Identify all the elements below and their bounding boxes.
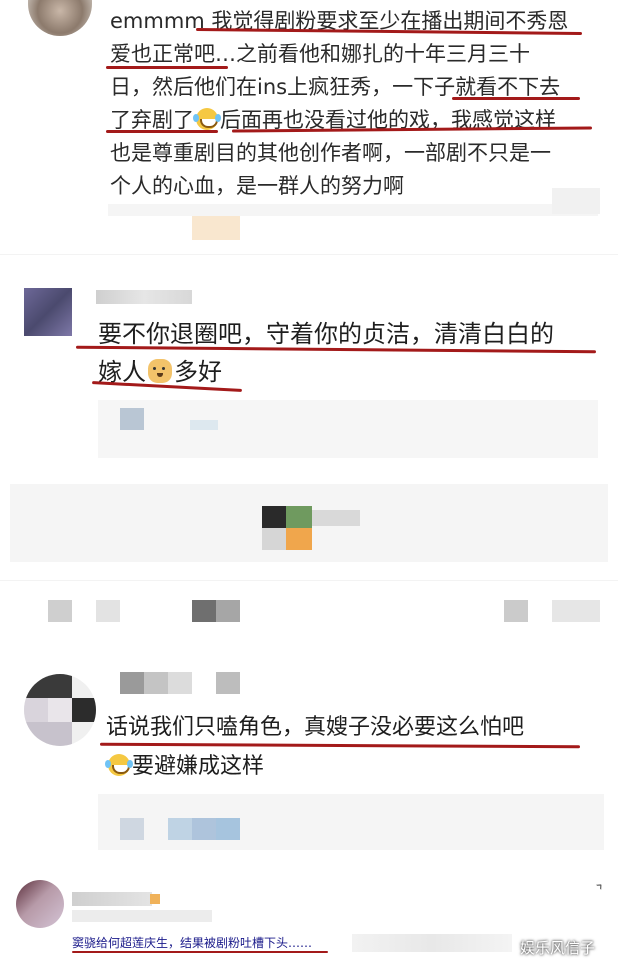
username-placeholder bbox=[216, 672, 240, 694]
avatar-fragment bbox=[48, 698, 72, 722]
reply-placeholder bbox=[120, 408, 144, 430]
comment-3-line-1: 话说我们只嗑角色，真嫂子没必要这么怕吧 bbox=[106, 715, 525, 740]
underline bbox=[106, 130, 218, 133]
blurred-image bbox=[286, 506, 312, 528]
reply-placeholder bbox=[216, 818, 240, 840]
username-placeholder bbox=[150, 894, 160, 904]
avatar-fragment bbox=[24, 698, 48, 722]
blurred-row bbox=[552, 600, 600, 622]
username-placeholder bbox=[72, 892, 152, 906]
divider bbox=[0, 580, 618, 581]
blurred-image bbox=[262, 506, 286, 528]
reply-placeholder bbox=[168, 818, 192, 840]
reply-placeholder bbox=[98, 400, 598, 458]
underline bbox=[106, 66, 228, 69]
blurred-text bbox=[352, 934, 512, 952]
comment-3-line-2: 要避嫌成这样 bbox=[105, 750, 265, 784]
blurred-row bbox=[192, 600, 216, 622]
blurred-row bbox=[96, 600, 120, 622]
reply-placeholder bbox=[192, 818, 216, 840]
avatar-fragment bbox=[24, 722, 72, 746]
reply-placeholder bbox=[192, 216, 240, 240]
username-placeholder bbox=[144, 672, 168, 694]
blurred-row bbox=[216, 600, 240, 622]
chevron-down-icon[interactable]: › bbox=[590, 877, 608, 895]
blurred-image bbox=[312, 510, 360, 526]
avatar[interactable] bbox=[24, 288, 72, 336]
underline bbox=[72, 951, 328, 953]
reply-placeholder bbox=[120, 818, 144, 840]
username-placeholder bbox=[168, 672, 192, 694]
avatar[interactable] bbox=[24, 674, 96, 746]
comment-1-line-6: 个人的心血，是一群人的努力啊 bbox=[110, 174, 404, 198]
reply-placeholder bbox=[552, 188, 600, 214]
underline bbox=[452, 97, 580, 100]
doge-emoji bbox=[148, 359, 172, 383]
article-headline[interactable]: 窦骁给何超莲庆生，结果被剧粉吐槽下头…… bbox=[72, 935, 312, 951]
avatar-fragment bbox=[72, 698, 96, 722]
username-placeholder bbox=[72, 910, 212, 922]
watermark: 娱乐风信子 bbox=[520, 939, 596, 957]
blurred-row bbox=[48, 600, 72, 622]
avatar[interactable] bbox=[28, 0, 92, 36]
blurred-image bbox=[286, 528, 312, 550]
username-placeholder bbox=[96, 290, 192, 304]
divider bbox=[0, 254, 618, 255]
avatar-fragment bbox=[24, 674, 72, 698]
laughing-crying-emoji bbox=[193, 108, 218, 130]
avatar[interactable] bbox=[16, 880, 64, 928]
laughing-crying-emoji bbox=[105, 754, 130, 776]
reply-placeholder bbox=[190, 420, 218, 430]
reply-placeholder bbox=[108, 204, 598, 216]
comment-2-line-2-b: 多好 bbox=[174, 358, 222, 386]
username-placeholder bbox=[120, 672, 144, 694]
blurred-image bbox=[262, 528, 286, 550]
comment-3-line-2-text: 要避嫌成这样 bbox=[132, 754, 265, 779]
blurred-row bbox=[504, 600, 528, 622]
comment-1-line-5: 也是尊重剧目的其他创作者啊，一部剧不只是一 bbox=[110, 141, 551, 165]
comment-1-line-4-a: 了弃剧了 bbox=[110, 108, 194, 132]
